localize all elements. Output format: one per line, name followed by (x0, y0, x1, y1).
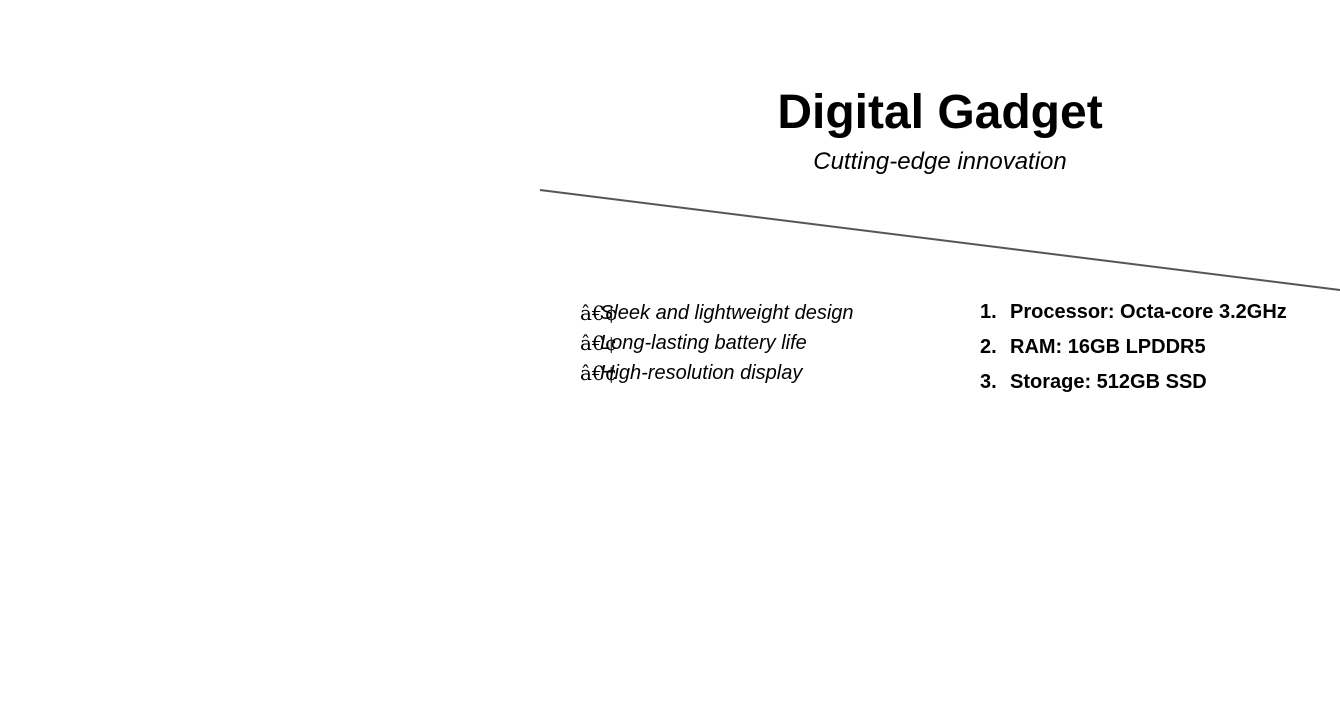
page: Digital Gadget Cutting-edge innovation â… (0, 0, 1340, 720)
page-title: Digital Gadget (777, 86, 1103, 139)
spec-number: 1. (980, 301, 997, 323)
spec-text: Processor: Octa-core 3.2GHz (1010, 301, 1287, 323)
feature-text: High-resolution display (600, 362, 803, 384)
feature-text: Long-lasting battery life (600, 332, 807, 354)
spec-text: RAM: 16GB LPDDR5 (1010, 336, 1206, 358)
spec-number: 2. (980, 336, 997, 358)
diagonal-divider-line (539, 189, 1340, 291)
divider-stroke (539, 189, 1340, 291)
spec-number: 3. (980, 371, 997, 393)
feature-text: Sleek and lightweight design (600, 302, 854, 324)
spec-text: Storage: 512GB SSD (1010, 371, 1207, 393)
page-subtitle: Cutting-edge innovation (813, 148, 1067, 175)
